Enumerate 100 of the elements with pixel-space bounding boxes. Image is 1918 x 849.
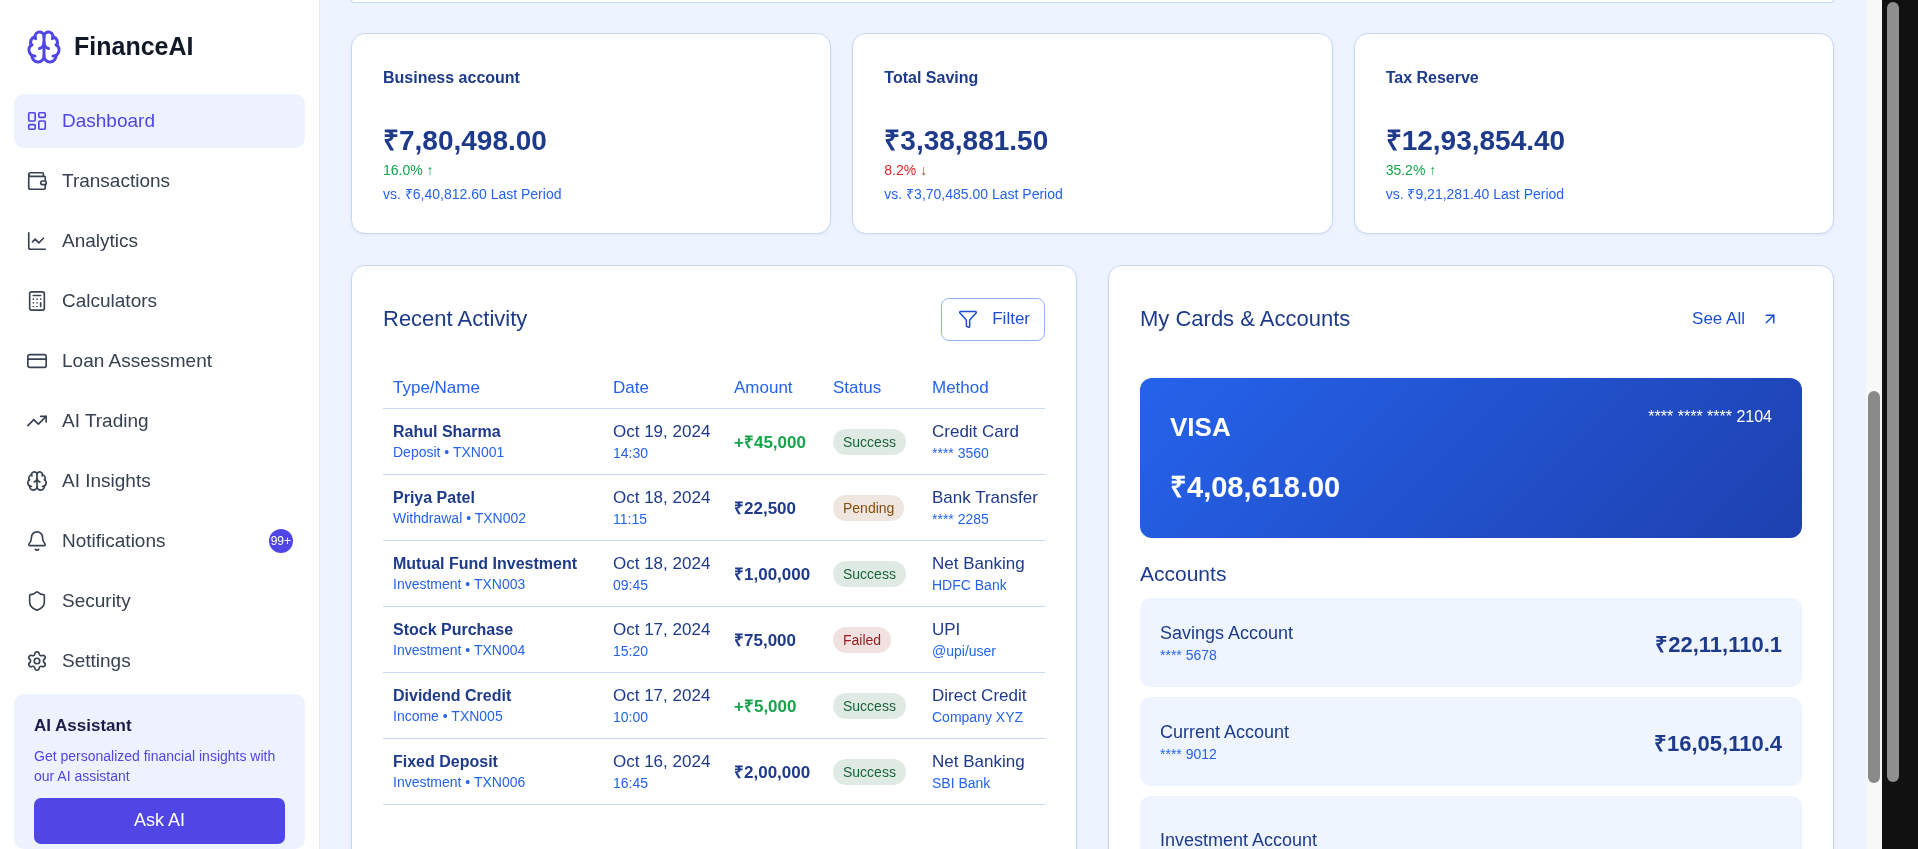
bank-card[interactable]: VISA **** **** **** 2104 ₹4,08,618.00: [1140, 378, 1802, 538]
transaction-time: 11:15: [613, 511, 648, 527]
method-detail: SBI Bank: [932, 775, 992, 791]
payment-method: Credit Card: [932, 422, 1020, 442]
nav-item[interactable]: Settings: [14, 633, 305, 688]
brain-icon: [26, 469, 48, 492]
transaction-date: Oct 18, 2024: [613, 554, 712, 574]
stat-value: ₹3,38,881.50: [884, 124, 1050, 158]
dashboard-grid-icon: [26, 109, 48, 132]
account-balance: ₹22,11,110.1: [1655, 630, 1782, 658]
transaction-name: Priya Patel: [393, 489, 476, 507]
account-row[interactable]: Current Account **** 9012 ₹16,05,110.4: [1140, 697, 1802, 786]
brain-logo-icon: [26, 28, 62, 65]
status-badge: Failed: [833, 626, 892, 653]
section-title: Accounts: [1140, 562, 1228, 586]
stat-change: 16.0% ↑: [383, 162, 435, 178]
transaction-date: Oct 16, 2024: [613, 752, 712, 772]
account-balance: ₹16,05,110.4: [1654, 729, 1782, 757]
nav-item[interactable]: Transactions: [14, 153, 305, 208]
stat-change: 35.2% ↑: [1385, 162, 1438, 178]
settings-icon: [26, 649, 48, 672]
column-header: Amount: [724, 378, 823, 409]
stat-change: 8.2% ↓: [884, 162, 929, 178]
column-header: Status: [823, 378, 922, 409]
method-detail: HDFC Bank: [932, 577, 1008, 593]
account-number: **** 5678: [1160, 646, 1218, 663]
assistant-title: AI Assistant: [34, 715, 133, 736]
nav-item[interactable]: AI Trading: [14, 393, 305, 448]
payment-method: Direct Credit: [932, 686, 1028, 706]
payment-method: Net Banking: [932, 554, 1026, 574]
nav-item[interactable]: AI Insights: [14, 453, 305, 508]
payment-method: Net Banking: [932, 752, 1026, 772]
filter-icon: [958, 309, 979, 329]
brand-name: FinanceAI: [74, 32, 194, 62]
transaction-time: 14:30: [613, 445, 650, 461]
transaction-name: Dividend Credit: [393, 687, 513, 705]
count-badge: 99+: [268, 528, 293, 553]
nav-item[interactable]: Notifications 99+: [14, 513, 305, 568]
transaction-name: Fixed Deposit: [393, 753, 499, 771]
transaction-detail: Investment • TXN004: [393, 642, 527, 658]
stat-comparison: vs. ₹9,21,281.40 Last Period: [1385, 185, 1566, 203]
nav-item[interactable]: Security: [14, 573, 305, 628]
panel-title: My Cards & Accounts: [1140, 306, 1351, 332]
stat-value: ₹7,80,498.00: [383, 124, 548, 158]
stat-comparison: vs. ₹6,40,812.60 Last Period: [383, 185, 563, 203]
stat-title: Total Saving: [884, 69, 980, 87]
transaction-amount: ₹22,500: [734, 498, 797, 519]
nav-item[interactable]: Loan Assessment: [14, 333, 305, 388]
transaction-time: 10:00: [613, 709, 650, 725]
transaction-detail: Income • TXN005: [393, 708, 504, 724]
stat-value: ₹12,93,854.40: [1385, 124, 1567, 158]
transaction-detail: Investment • TXN003: [393, 576, 527, 592]
ask-ai-button[interactable]: Ask AI: [34, 797, 285, 844]
line-chart-icon: [26, 229, 48, 252]
transaction-time: 16:45: [613, 775, 650, 791]
bell-icon: [26, 529, 48, 552]
transaction-date: Oct 17, 2024: [613, 620, 712, 640]
transaction-amount: +₹5,000: [734, 696, 798, 717]
column-header: Method: [922, 378, 1045, 409]
account-name: Investment Account: [1160, 830, 1318, 849]
nav-item[interactable]: Calculators: [14, 273, 305, 328]
card-number: **** **** **** 2104: [1648, 408, 1772, 426]
stat-comparison: vs. ₹3,70,485.00 Last Period: [884, 185, 1064, 203]
method-detail: **** 3560: [932, 445, 990, 461]
nav-item[interactable]: Analytics: [14, 213, 305, 268]
transaction-detail: Withdrawal • TXN002: [393, 510, 528, 526]
transaction-date: Oct 19, 2024: [613, 422, 712, 442]
account-name: Current Account: [1160, 721, 1290, 743]
account-row[interactable]: Savings Account **** 5678 ₹22,11,110.1: [1140, 598, 1802, 687]
nav-item[interactable]: Dashboard: [14, 93, 305, 148]
transaction-time: 15:20: [613, 643, 650, 659]
panel-title: Recent Activity: [383, 306, 528, 332]
status-badge: Pending: [833, 494, 905, 521]
scrollbar-thumb[interactable]: [1887, 2, 1899, 782]
transaction-date: Oct 18, 2024: [613, 488, 712, 508]
transaction-amount: ₹1,00,000: [734, 564, 812, 585]
method-detail: @upi/user: [932, 643, 998, 659]
card-balance: ₹4,08,618.00: [1170, 470, 1342, 505]
scrollbar-thumb[interactable]: [1868, 391, 1880, 783]
method-detail: **** 2285: [932, 511, 990, 527]
account-name: Savings Account: [1160, 622, 1294, 644]
transaction-time: 09:45: [613, 577, 650, 593]
transaction-name: Stock Purchase: [393, 621, 515, 639]
transaction-amount: +₹45,000: [734, 432, 807, 453]
account-row[interactable]: Investment Account: [1140, 796, 1802, 849]
filter-button[interactable]: Filter: [941, 297, 1045, 341]
status-badge: Success: [833, 692, 906, 719]
status-badge: Success: [833, 560, 906, 587]
wallet-icon: [26, 169, 48, 192]
column-header: Date: [603, 378, 724, 409]
column-header: Type/Name: [383, 378, 603, 409]
assistant-description: Get personalized financial insights with our AI assistant: [34, 746, 277, 786]
transaction-amount: ₹75,000: [734, 630, 797, 651]
shield-icon: [26, 589, 48, 612]
transaction-detail: Investment • TXN006: [393, 774, 527, 790]
see-all-link[interactable]: See All: [1692, 309, 1779, 329]
card-brand: VISA: [1170, 412, 1231, 443]
transaction-name: Mutual Fund Investment: [393, 555, 578, 573]
transaction-date: Oct 17, 2024: [613, 686, 712, 706]
status-badge: Success: [833, 758, 906, 785]
